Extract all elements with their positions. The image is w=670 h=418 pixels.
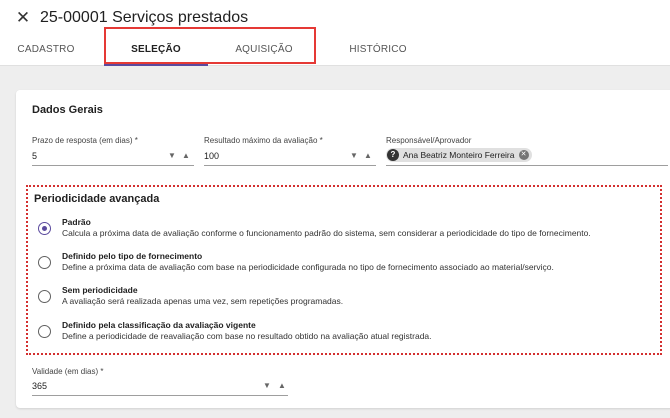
radio-unchecked-icon[interactable] — [38, 290, 51, 303]
radio-option-desc: Define a periodicidade de reavaliação co… — [62, 331, 432, 341]
radio-option-desc: Define a próxima data de avaliação com b… — [62, 262, 554, 272]
radio-option-title: Padrão — [62, 217, 91, 227]
arrow-down-icon[interactable]: ▼ — [168, 151, 176, 161]
radio-unchecked-icon[interactable] — [38, 325, 51, 338]
form-card: Dados Gerais Prazo de resposta (em dias)… — [16, 90, 670, 408]
prazo-underline — [32, 165, 194, 166]
remove-chip-icon[interactable]: ✕ — [518, 150, 529, 160]
radio-unchecked-icon[interactable] — [38, 256, 51, 269]
close-icon[interactable]: ✕ — [12, 8, 34, 28]
arrow-down-icon[interactable]: ▼ — [263, 381, 271, 391]
validade-underline — [32, 395, 288, 396]
radio-option-desc: A avaliação será realizada apenas uma ve… — [62, 296, 344, 306]
validade-label: Validade (em dias) * — [32, 367, 104, 376]
validade-input[interactable]: 365 — [32, 381, 47, 391]
periodicidade-section: Periodicidade avançada Padrão Calcula a … — [26, 185, 662, 355]
dialog-header: ✕ 25-00001 Serviços prestados CADASTRO S… — [0, 0, 670, 66]
tab-selecao[interactable]: SELEÇÃO — [104, 40, 208, 66]
radio-option-desc: Calcula a próxima data de avaliação conf… — [62, 228, 591, 238]
radio-checked-icon[interactable] — [38, 222, 51, 235]
radio-option-classificacao[interactable]: Definido pela classificação da avaliação… — [32, 318, 658, 348]
resultado-underline — [204, 165, 376, 166]
arrow-up-icon[interactable]: ▲ — [278, 381, 286, 391]
tab-aquisicao[interactable]: AQUISIÇÃO — [212, 40, 316, 66]
tab-cadastro[interactable]: CADASTRO — [10, 40, 82, 66]
arrow-down-icon[interactable]: ▼ — [350, 151, 358, 161]
radio-option-tipo-fornecimento[interactable]: Definido pelo tipo de fornecimento Defin… — [32, 249, 658, 279]
radio-option-title: Sem periodicidade — [62, 285, 138, 295]
arrow-up-icon[interactable]: ▲ — [182, 151, 190, 161]
section-title-dados-gerais: Dados Gerais — [32, 104, 103, 116]
resultado-input[interactable]: 100 — [204, 151, 219, 161]
responsavel-chip[interactable]: ? Ana Beatriz Monteiro Ferreira ✕ — [386, 148, 532, 162]
radio-option-sem-periodicidade[interactable]: Sem periodicidade A avaliação será reali… — [32, 283, 658, 313]
prazo-input[interactable]: 5 — [32, 151, 37, 161]
responsavel-chip-label: Ana Beatriz Monteiro Ferreira — [403, 150, 515, 160]
section-title-periodicidade: Periodicidade avançada — [34, 193, 160, 205]
help-avatar-icon: ? — [387, 149, 399, 161]
radio-option-title: Definido pela classificação da avaliação… — [62, 320, 256, 330]
prazo-label: Prazo de resposta (em dias) * — [32, 136, 138, 145]
radio-option-padrao[interactable]: Padrão Calcula a próxima data de avaliaç… — [32, 215, 658, 245]
responsavel-label: Responsável/Aprovador — [386, 136, 472, 145]
responsavel-underline — [386, 165, 668, 166]
arrow-up-icon[interactable]: ▲ — [364, 151, 372, 161]
page-title: 25-00001 Serviços prestados — [40, 9, 249, 26]
tab-historico[interactable]: HISTÓRICO — [330, 40, 426, 66]
resultado-label: Resultado máximo da avaliação * — [204, 136, 323, 145]
radio-option-title: Definido pelo tipo de fornecimento — [62, 251, 203, 261]
